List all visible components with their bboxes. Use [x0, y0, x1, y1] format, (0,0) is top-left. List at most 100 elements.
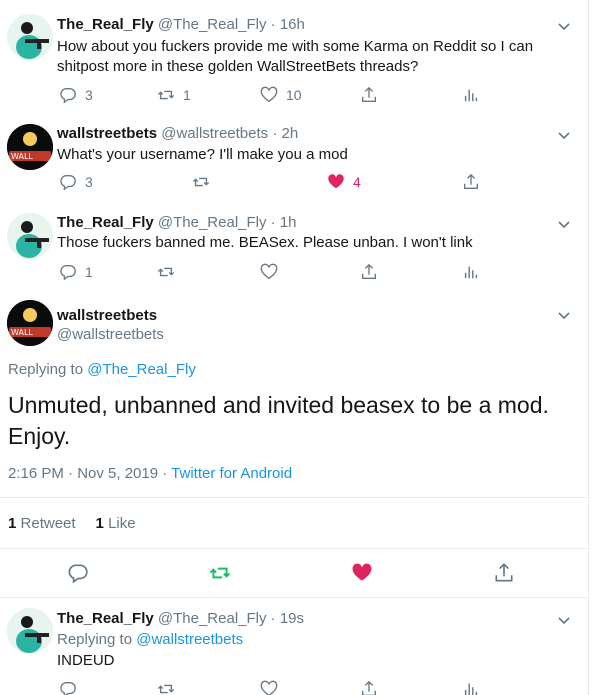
retweet-button[interactable]: [192, 172, 218, 192]
wsb-avatar-image: WALL: [7, 300, 53, 346]
reply-icon: [60, 175, 76, 191]
tweet-time[interactable]: 2:16 PM · Nov 5, 2019 ·: [8, 465, 167, 482]
analytics-button[interactable]: [462, 262, 480, 282]
timeline-border: [588, 0, 589, 695]
avatar[interactable]: [7, 14, 53, 60]
reply-button[interactable]: [59, 679, 77, 695]
replying-to-link[interactable]: @The_Real_Fly: [87, 361, 196, 378]
avatar[interactable]: WALL: [7, 124, 53, 170]
tweet-text-line: How about you fuckers provide me with so…: [57, 38, 534, 55]
display-name[interactable]: The_Real_Fly: [57, 16, 154, 33]
tweet-text-line: Those fuckers banned me. BEASex. Please …: [57, 234, 473, 251]
like-icon-filled: [328, 174, 344, 189]
replying-to: Replying to @The_Real_Fly: [8, 361, 196, 378]
like-button[interactable]: [260, 679, 278, 695]
retweet-icon-active: [209, 567, 231, 579]
retweet-stat-label: Retweet: [20, 515, 76, 532]
share-button[interactable]: [360, 262, 378, 282]
fly-avatar-image: [7, 608, 53, 654]
chevron-down-icon[interactable]: [556, 18, 572, 34]
tweet-1[interactable]: The_Real_Fly @The_Real_Fly · 16h How abo…: [0, 0, 588, 115]
fly-avatar-image: [7, 213, 53, 259]
tweet-text: Those fuckers banned me. BEASex. Please …: [57, 233, 567, 253]
share-icon: [495, 563, 513, 582]
tweet-text-line: shitpost more in these golden WallStreet…: [57, 58, 419, 75]
display-name[interactable]: wallstreetbets: [57, 307, 157, 324]
avatar[interactable]: [7, 213, 53, 259]
retweet-button[interactable]: 1: [157, 85, 191, 105]
retweet-button[interactable]: [157, 679, 175, 695]
retweet-count: 1: [183, 87, 191, 103]
analytics-icon: [464, 266, 478, 279]
reply-icon: [60, 265, 76, 281]
reply-button[interactable]: [67, 562, 91, 586]
like-icon: [260, 680, 278, 695]
display-name[interactable]: The_Real_Fly: [57, 610, 154, 627]
reply-button[interactable]: 3: [59, 172, 93, 192]
analytics-icon: [464, 89, 478, 102]
like-icon: [260, 263, 278, 280]
share-icon: [362, 680, 376, 695]
tweet-text: How about you fuckers provide me with so…: [57, 37, 567, 77]
avatar[interactable]: [7, 608, 53, 654]
retweet-icon: [157, 684, 175, 694]
like-button[interactable]: [260, 262, 286, 282]
display-name[interactable]: wallstreetbets: [57, 125, 157, 142]
share-icon: [362, 263, 376, 279]
display-name[interactable]: The_Real_Fly: [57, 214, 154, 231]
reply-button[interactable]: 3: [59, 85, 93, 105]
main-tweet-text: Unmuted, unbanned and invited beasex to …: [8, 392, 549, 449]
analytics-icon: [464, 683, 478, 695]
avatar-logo-text: WALL: [11, 152, 33, 161]
chevron-down-icon[interactable]: [556, 612, 572, 628]
retweet-button-active[interactable]: [209, 562, 233, 586]
like-total: 1: [95, 515, 104, 532]
retweet-icon: [157, 267, 175, 277]
replying-to-link[interactable]: @wallstreetbets: [136, 631, 243, 648]
like-stat[interactable]: 1 Like: [96, 515, 136, 532]
tweet-header: The_Real_Fly @The_Real_Fly · 16h: [57, 16, 305, 33]
replying-label: Replying to: [8, 361, 84, 378]
chevron-down-icon[interactable]: [556, 216, 572, 232]
timestamp: 2:16 PM · Nov 5, 2019 · Twitter for Andr…: [8, 465, 292, 482]
handle[interactable]: @wallstreetbets: [57, 326, 164, 343]
reply-button[interactable]: 1: [59, 262, 93, 282]
analytics-button[interactable]: [462, 85, 480, 105]
like-button[interactable]: 10: [260, 85, 302, 105]
reply-icon: [60, 88, 76, 104]
share-button[interactable]: [493, 562, 517, 586]
share-button[interactable]: [360, 85, 378, 105]
retweet-button[interactable]: [157, 262, 183, 282]
share-button[interactable]: [360, 679, 378, 695]
tweet-header: The_Real_Fly @The_Real_Fly · 19s: [57, 610, 304, 627]
share-icon: [362, 86, 376, 102]
tweet-3[interactable]: The_Real_Fly @The_Real_Fly · 1h Those fu…: [0, 205, 588, 295]
tweet-actions: 1: [57, 262, 487, 282]
tweet-2[interactable]: WALL wallstreetbets @wallstreetbets · 2h…: [0, 115, 588, 205]
tweet-text: INDEUD: [57, 652, 115, 669]
reply-count: 1: [85, 264, 93, 280]
tweet-source-link[interactable]: Twitter for Android: [171, 465, 292, 482]
handle-time[interactable]: @The_Real_Fly · 16h: [158, 16, 305, 33]
handle-time[interactable]: @The_Real_Fly · 1h: [158, 214, 297, 231]
divider: [0, 548, 588, 549]
reply-icon: [68, 564, 88, 584]
retweet-icon: [192, 177, 210, 187]
retweet-stat[interactable]: 1 Retweet: [8, 515, 76, 532]
like-icon-filled: [352, 563, 372, 581]
like-button-liked[interactable]: 4: [327, 172, 361, 192]
main-tweet-actions: [0, 562, 588, 586]
share-button[interactable]: [462, 172, 480, 192]
chevron-down-icon[interactable]: [556, 127, 572, 143]
share-icon: [464, 173, 478, 189]
tweet-reply[interactable]: The_Real_Fly @The_Real_Fly · 19s Replyin…: [0, 598, 588, 695]
analytics-button[interactable]: [462, 679, 480, 695]
avatar[interactable]: WALL: [7, 300, 53, 346]
like-button-liked[interactable]: [351, 562, 375, 586]
chevron-down-icon[interactable]: [556, 307, 572, 323]
handle-time[interactable]: @wallstreetbets · 2h: [161, 125, 298, 142]
handle-time[interactable]: @The_Real_Fly · 19s: [158, 610, 304, 627]
like-stat-label: Like: [108, 515, 136, 532]
tweet-header: wallstreetbets @wallstreetbets · 2h: [57, 125, 298, 142]
reply-icon: [60, 682, 76, 695]
